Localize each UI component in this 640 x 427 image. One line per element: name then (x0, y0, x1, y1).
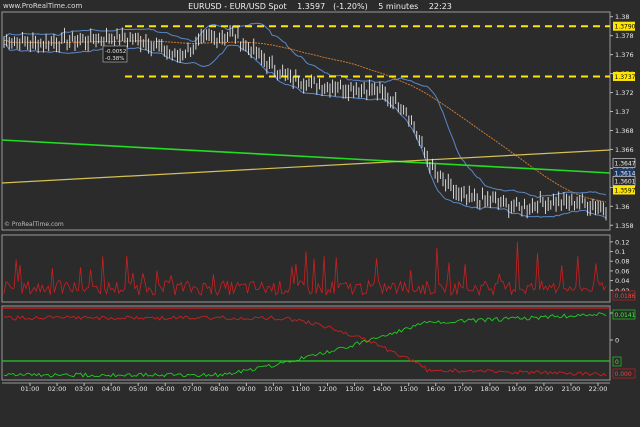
bollinger-upper-line (3, 22, 607, 199)
volatility-tick-label: 0.12 (615, 238, 629, 246)
oscillator-red-value: 0.000 (615, 371, 632, 378)
time-tick-label: 17:00 (453, 385, 472, 393)
instrument-name: EURUSD - EUR/USD Spot (188, 2, 287, 11)
time-tick-label: 19:00 (507, 385, 526, 393)
time-tick-label: 18:00 (480, 385, 499, 393)
last-price: 1.3597 (297, 2, 326, 11)
time-tick-label: 04:00 (102, 385, 121, 393)
time-tick-label: 13:00 (345, 385, 364, 393)
oscillator-marker-value: 0 (615, 359, 619, 366)
price-level-label: 1.3647 (615, 161, 636, 168)
volatility-line (3, 241, 607, 297)
price-tick-label: 1.37 (615, 108, 629, 116)
time-tick-label: 10:00 (264, 385, 283, 393)
time-tick-label: 02:00 (48, 385, 67, 393)
chart-canvas: 1.381.3781.3761.3741.3721.371.3681.3661.… (1, 11, 636, 393)
trend-line-yellow (1, 149, 611, 184)
time-tick-label: 05:00 (129, 385, 148, 393)
time-tick-label: 08:00 (210, 385, 229, 393)
time-tick-label: 01:00 (21, 385, 40, 393)
timeframe: 5 minutes (378, 2, 419, 11)
time-tick-label: 06:00 (156, 385, 175, 393)
volatility-tick-label: 0.08 (615, 258, 629, 266)
chart-title: EURUSD - EUR/USD Spot 1.3597 (-1.20%) 5 m… (0, 2, 640, 11)
watermark: © ProRealTime.com (4, 221, 64, 228)
price-tick-label: 1.38 (615, 13, 629, 21)
time-tick-label: 15:00 (399, 385, 418, 393)
bollinger-lower-line (3, 43, 607, 219)
volatility-tick-label: 0.06 (615, 267, 629, 275)
price-level-label: 1.3601 (615, 179, 636, 186)
price-tick-label: 1.368 (615, 127, 634, 135)
time-tick-label: 03:00 (75, 385, 94, 393)
volatility-tick-label: 0.04 (615, 277, 629, 285)
volatility-tick-label: 0.1 (615, 248, 625, 256)
callout-change-percent: -0.38% (105, 56, 124, 62)
time-tick-label: 12:00 (318, 385, 337, 393)
time-tick-label: 11:00 (291, 385, 310, 393)
time-tick-label: 09:00 (237, 385, 256, 393)
price-tick-label: 1.366 (615, 146, 634, 154)
timestamp: 22:23 (428, 2, 452, 11)
price-panel-frame (1, 11, 611, 231)
price-level-label: 1.3597 (615, 188, 636, 195)
callout-change-value: -0.0052 (105, 49, 126, 55)
oscillator-green-value: 0.0141 (615, 312, 636, 319)
time-tick-label: 07:00 (183, 385, 202, 393)
trend-line-green (1, 139, 611, 174)
time-tick-label: 22:00 (589, 385, 608, 393)
price-level-label: 1.3737 (615, 74, 636, 81)
price-tick-label: 1.372 (615, 89, 634, 97)
price-tick-label: 1.378 (615, 32, 634, 40)
time-tick-label: 14:00 (372, 385, 391, 393)
volatility-last-value: 0.0186 (615, 293, 636, 300)
time-tick-label: 20:00 (535, 385, 554, 393)
price-level-label: 1.3790 (615, 24, 636, 31)
time-tick-label: 21:00 (562, 385, 581, 393)
price-tick-label: 1.36 (615, 203, 629, 211)
price-tick-label: 1.358 (615, 222, 634, 230)
price-change: (-1.20%) (333, 2, 368, 11)
time-tick-label: 16:00 (426, 385, 445, 393)
oscillator-tick-label: 0 (615, 337, 619, 345)
oscillator-red-line (3, 315, 607, 377)
price-tick-label: 1.376 (615, 51, 634, 59)
